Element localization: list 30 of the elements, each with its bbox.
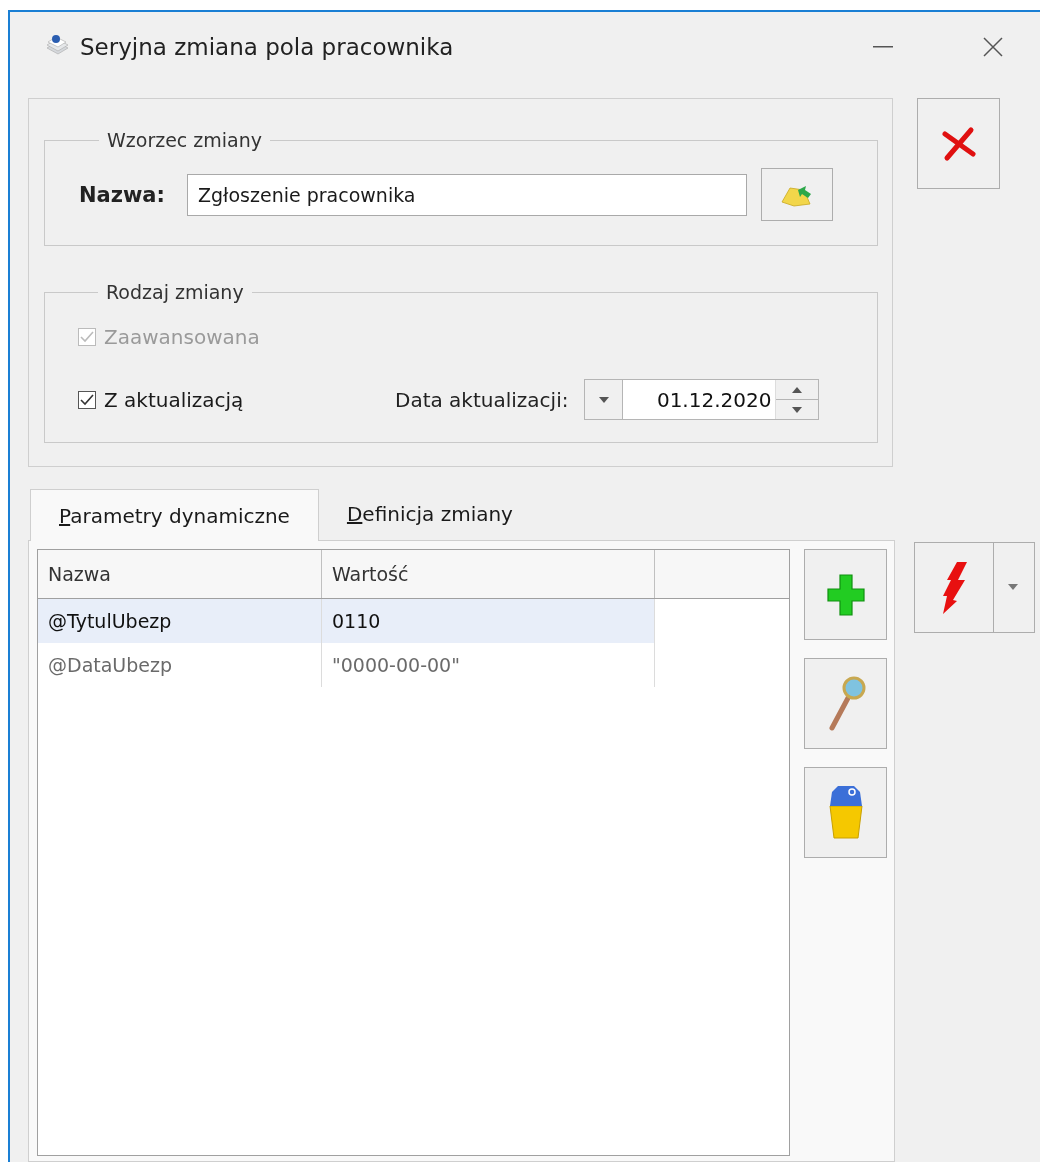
- table-cell: "0000-00-00": [322, 643, 655, 687]
- date-picker[interactable]: 01.12.2020: [584, 379, 820, 420]
- delete-button[interactable]: [804, 767, 887, 858]
- table-cell: 0110: [322, 599, 655, 643]
- tab[interactable]: Parametry dynamiczne: [30, 489, 319, 541]
- down-arrow-icon: [792, 406, 803, 413]
- group-title: Rodzaj zmiany: [105, 281, 245, 303]
- group-title: Wzorzec zmiany: [106, 129, 264, 151]
- date-label: Data aktualizacji:: [395, 387, 569, 412]
- checkbox[interactable]: [78, 390, 96, 409]
- column-header[interactable]: Wartość: [322, 550, 655, 598]
- caret-icon: [1008, 584, 1020, 591]
- minimize-icon: [873, 46, 893, 48]
- checkbox-label: Z aktualizacją: [104, 387, 244, 412]
- table-cell: @DataUbezp: [38, 643, 322, 687]
- table-cell: @TytulUbezp: [38, 599, 322, 643]
- plus-icon: [825, 572, 866, 617]
- close-icon: [983, 37, 1003, 57]
- caret-icon: [598, 396, 609, 403]
- run-split-button[interactable]: [914, 542, 1035, 633]
- name-field[interactable]: Zgłoszenie pracownika: [187, 173, 747, 216]
- up-arrow-icon: [792, 386, 803, 393]
- cancel-button[interactable]: [917, 98, 1000, 189]
- column-header[interactable]: Nazwa: [38, 550, 322, 598]
- add-button[interactable]: [804, 549, 887, 640]
- search-button[interactable]: [804, 658, 887, 749]
- tab[interactable]: Definicja zmiany: [318, 488, 541, 540]
- name-label: Nazwa:: [79, 182, 166, 207]
- window-title: Seryjna zmiana pola pracownika: [80, 34, 455, 60]
- checkbox-label: Zaawansowana: [104, 325, 260, 349]
